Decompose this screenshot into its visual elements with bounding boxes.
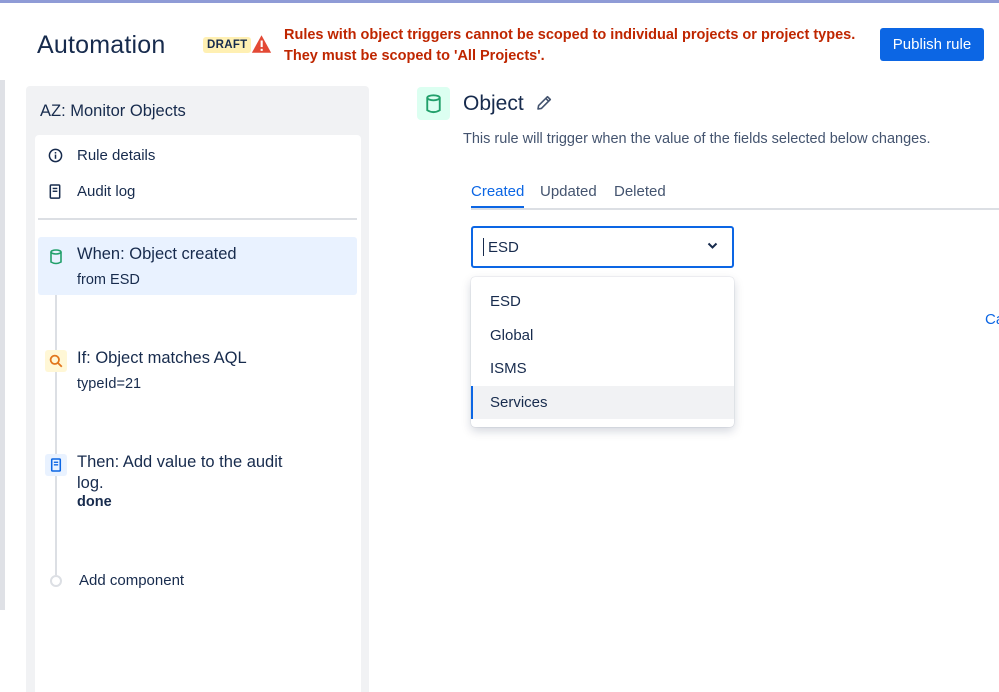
info-icon: [47, 148, 63, 164]
step-title: When: Object created: [77, 245, 237, 263]
draft-badge: DRAFT: [203, 37, 252, 53]
event-tabs: Created Updated Deleted: [471, 183, 999, 210]
chevron-down-icon[interactable]: [707, 242, 718, 250]
rule-panel: AZ: Monitor Objects Rule details Audit l…: [26, 86, 369, 692]
option-esd[interactable]: ESD: [471, 285, 734, 319]
warning-icon: [251, 35, 272, 53]
step-title: Then: Add value to the audit log.: [77, 453, 283, 492]
audit-log-link[interactable]: Audit log: [47, 183, 135, 200]
step-subtitle: from ESD: [77, 272, 140, 288]
step-connector: [55, 295, 57, 575]
step-action[interactable]: Then: Add value to the audit log. done: [38, 445, 357, 517]
schema-select[interactable]: ESD: [471, 226, 734, 268]
scope-warning-message: Rules with object triggers cannot be sco…: [284, 27, 856, 64]
component-title: Object: [463, 92, 524, 115]
rule-details-link[interactable]: Rule details: [47, 147, 155, 164]
publish-rule-button[interactable]: Publish rule: [880, 28, 984, 61]
option-global[interactable]: Global: [471, 319, 734, 353]
tab-deleted[interactable]: Deleted: [614, 183, 666, 206]
search-icon: [45, 350, 67, 372]
tab-created[interactable]: Created: [471, 183, 525, 208]
audit-log-icon: [45, 454, 67, 476]
add-component-button[interactable]: Add component: [50, 572, 184, 589]
option-isms[interactable]: ISMS: [471, 352, 734, 386]
step-subtitle: typeId=21: [77, 376, 142, 392]
rule-components-list: Rule details Audit log When: Object crea…: [35, 135, 361, 692]
top-border: [0, 0, 999, 3]
tab-updated[interactable]: Updated: [540, 183, 597, 206]
text-cursor: [483, 238, 484, 256]
edit-pencil-icon[interactable]: [535, 94, 553, 112]
page-scrollbar[interactable]: [0, 80, 5, 610]
step-condition[interactable]: If: Object matches AQL typeId=21: [38, 341, 357, 399]
component-description: This rule will trigger when the value of…: [463, 131, 931, 147]
page-title: Automation: [37, 31, 166, 59]
nav-divider: [38, 218, 357, 220]
schema-options-menu: ESD Global ISMS Services: [471, 277, 734, 427]
audit-log-label: Audit log: [77, 183, 136, 200]
rule-details-label: Rule details: [77, 147, 156, 164]
step-title: If: Object matches AQL: [77, 349, 247, 367]
audit-log-icon: [47, 184, 63, 200]
step-subtitle: done: [77, 494, 112, 510]
add-component-icon: [50, 574, 62, 587]
step-trigger[interactable]: When: Object created from ESD: [38, 237, 357, 295]
object-icon: [45, 246, 67, 268]
cancel-link[interactable]: Ca: [985, 311, 999, 328]
object-icon: [417, 87, 450, 120]
option-services[interactable]: Services: [471, 385, 734, 419]
schema-select-value: ESD: [488, 239, 519, 256]
rule-name: AZ: Monitor Objects: [40, 102, 186, 120]
add-component-label: Add component: [79, 572, 185, 589]
